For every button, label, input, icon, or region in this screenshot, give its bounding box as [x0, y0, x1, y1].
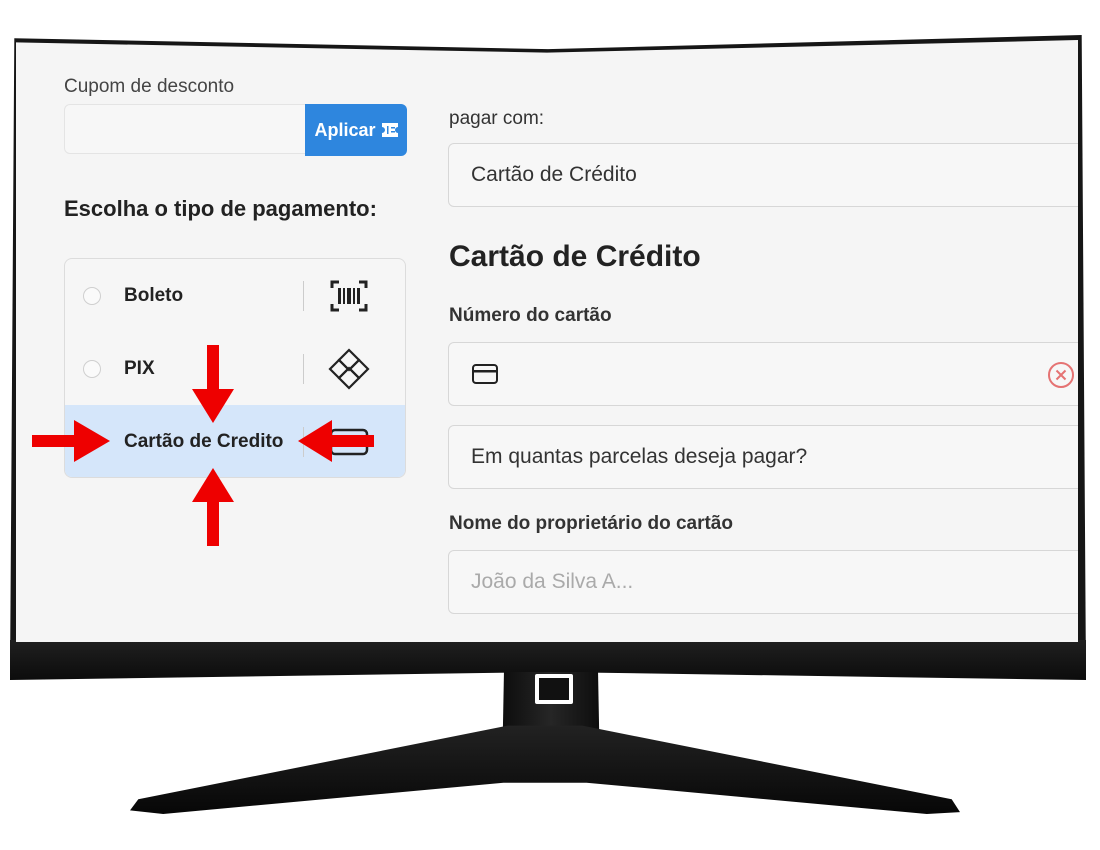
monitor-stand-base [130, 725, 960, 814]
payment-option-boleto[interactable]: Boleto [65, 259, 405, 332]
arrow-left-annotation [298, 420, 374, 462]
installments-placeholder: Em quantas parcelas deseja pagar? [471, 445, 808, 468]
monitor-screen: Cupom de desconto Aplicar Escolha o tipo… [16, 40, 1078, 642]
option-divider [303, 280, 304, 311]
boleto-radio[interactable] [83, 286, 101, 305]
payment-option-label: Cartão de Credito [124, 430, 284, 452]
option-divider [303, 353, 304, 384]
card-number-input[interactable] [448, 342, 1078, 406]
card-owner-placeholder: João da Silva A... [471, 570, 634, 593]
arrow-up-annotation [192, 468, 234, 546]
clear-error-icon[interactable] [1047, 361, 1075, 389]
credit-card-icon [472, 364, 498, 384]
pay-with-label: pagar com: [449, 108, 545, 129]
barcode-icon [327, 276, 371, 316]
arrow-down-annotation [192, 345, 234, 423]
card-form-title: Cartão de Crédito [449, 240, 701, 273]
installments-select[interactable]: Em quantas parcelas deseja pagar? [448, 425, 1078, 489]
arrow-right-annotation [32, 420, 110, 462]
pay-with-select[interactable]: Cartão de Crédito [448, 143, 1078, 207]
pix-radio[interactable] [83, 359, 101, 378]
apply-coupon-button[interactable]: Aplicar [305, 104, 407, 156]
coupon-label: Cupom de desconto [64, 76, 235, 97]
card-owner-label: Nome do proprietário do cartão [449, 513, 733, 534]
coupon-input[interactable] [64, 104, 306, 154]
pay-with-value: Cartão de Crédito [471, 163, 637, 186]
payment-option-label: Boleto [124, 284, 184, 306]
stand-cable-slot [535, 674, 573, 704]
card-owner-input[interactable]: João da Silva A... [448, 550, 1078, 614]
payment-option-label: PIX [124, 357, 155, 379]
pix-icon [327, 347, 371, 390]
payment-type-title: Escolha o tipo de pagamento: [64, 196, 377, 221]
card-number-label: Número do cartão [449, 305, 612, 326]
ticket-icon [381, 123, 398, 137]
apply-button-label: Aplicar [314, 119, 376, 140]
